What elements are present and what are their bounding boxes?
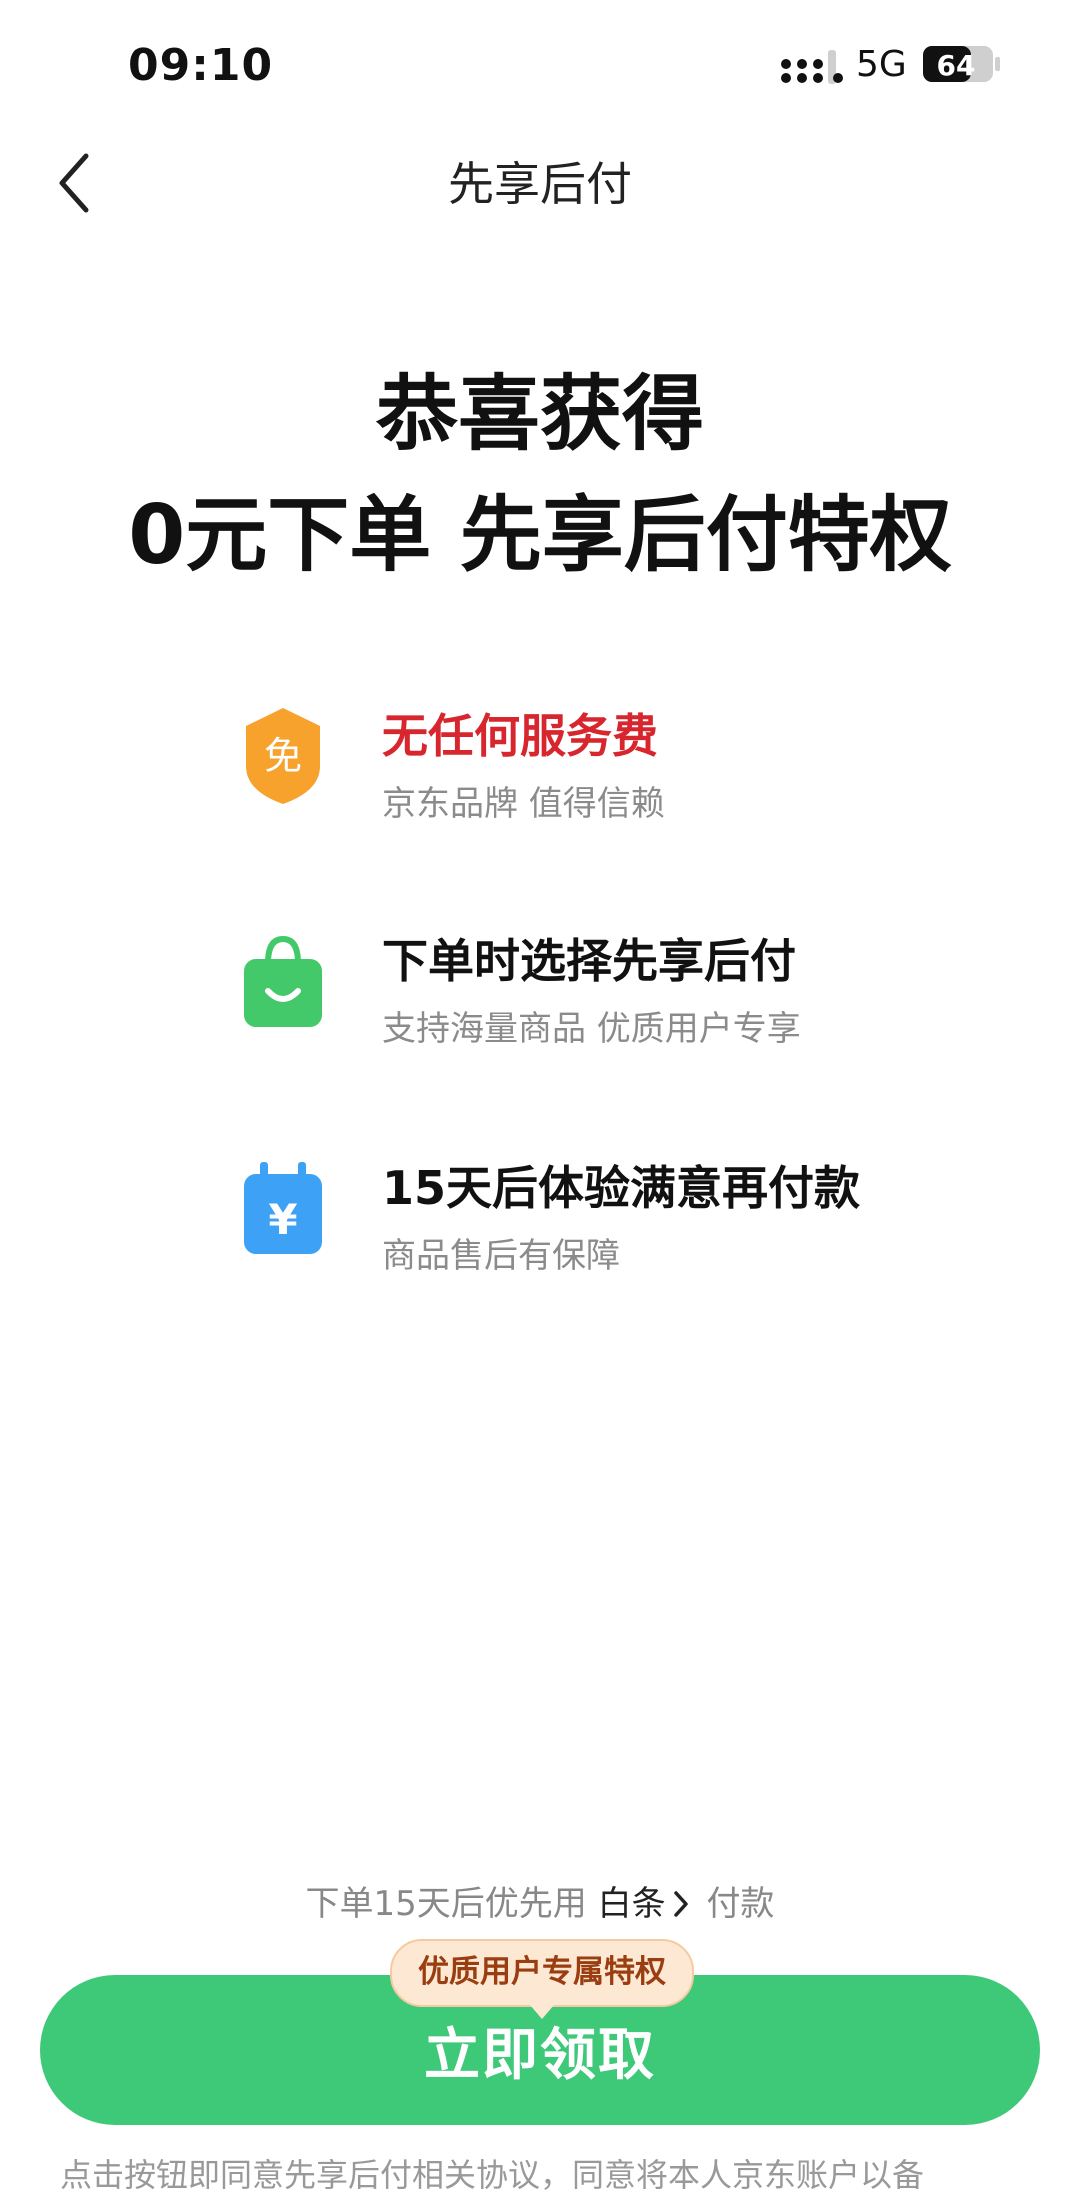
status-time: 09:10 bbox=[128, 40, 274, 91]
free-shield-icon: 免 bbox=[246, 708, 320, 804]
nav-bar: 先享后付 bbox=[0, 130, 1080, 240]
feature-select-at-checkout: 下单时选择先享后付 支持海量商品 优质用户专享 bbox=[240, 925, 1040, 1075]
battery-level: 64 bbox=[937, 49, 976, 82]
headline-line-2: 0元下单 先享后付特权 bbox=[128, 488, 952, 583]
free-shield-glyph: 免 bbox=[264, 734, 302, 778]
feature-pay-later: ¥ 15天后体验满意再付款 商品售后有保障 bbox=[240, 1152, 1040, 1302]
signal-icon bbox=[781, 50, 843, 84]
feature-subtitle: 支持海量商品 优质用户专享 bbox=[382, 1009, 801, 1049]
feature-title: 下单时选择先享后付 bbox=[382, 934, 796, 988]
feature-title: 无任何服务费 bbox=[382, 709, 658, 763]
payment-method-line: 下单15天后优先用 白条 付款 bbox=[0, 1876, 1080, 1925]
status-bar: 09:10 5G 64 bbox=[0, 0, 1080, 130]
page-title: 先享后付 bbox=[448, 157, 632, 211]
headline: 恭喜获得 0元下单 先享后付特权 bbox=[0, 360, 1080, 596]
network-type: 5G bbox=[856, 44, 907, 85]
payment-suffix: 付款 bbox=[706, 1884, 775, 1924]
feature-title: 15天后体验满意再付款 bbox=[382, 1161, 861, 1215]
cta-container: 立即领取 优质用户专属特权 bbox=[40, 1939, 1040, 2125]
calendar-yen-icon: ¥ bbox=[244, 1162, 322, 1254]
shopping-bag-icon bbox=[244, 935, 322, 1027]
headline-line-1: 恭喜获得 bbox=[375, 367, 704, 462]
chevron-right-icon bbox=[673, 1891, 688, 1917]
feature-no-fee: 免 无任何服务费 京东品牌 值得信赖 bbox=[240, 700, 1040, 850]
agreement-note: 点击按钮即同意先享后付相关协议，同意将本人京东账户以备 bbox=[60, 2156, 925, 2194]
feature-subtitle: 京东品牌 值得信赖 bbox=[382, 784, 665, 824]
payment-method-link[interactable]: 白条 bbox=[598, 1884, 696, 1924]
feature-subtitle: 商品售后有保障 bbox=[382, 1236, 620, 1276]
payment-prefix: 下单15天后优先用 bbox=[305, 1884, 587, 1924]
payment-method-label: 白条 bbox=[597, 1884, 666, 1924]
yen-glyph: ¥ bbox=[268, 1195, 297, 1244]
battery-icon: 64 bbox=[923, 46, 1000, 82]
exclusive-privilege-badge: 优质用户专属特权 bbox=[390, 1939, 694, 2019]
